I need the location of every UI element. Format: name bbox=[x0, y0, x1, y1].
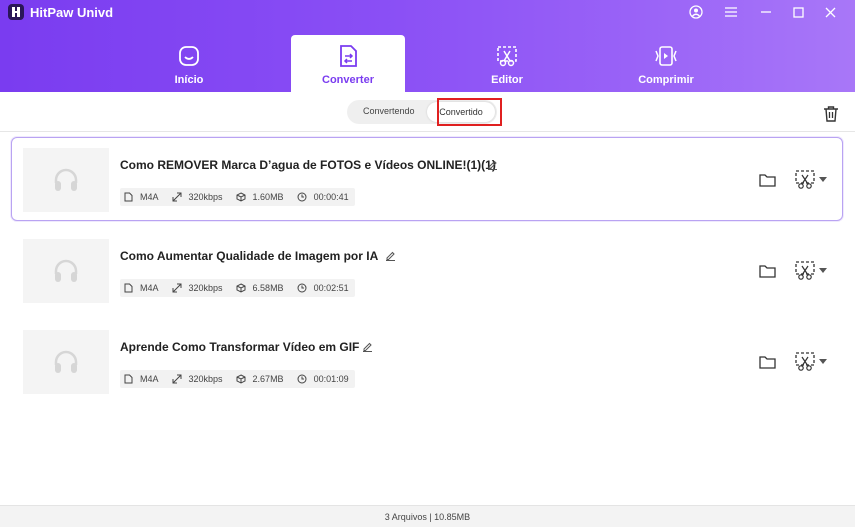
tab-editor-label: Editor bbox=[491, 74, 523, 86]
file-meta: M4A 320kbps 6.58MB 00:02:51 bbox=[120, 279, 355, 297]
headphones-icon bbox=[54, 259, 78, 282]
chevron-down-icon[interactable] bbox=[818, 175, 828, 185]
minimize-icon[interactable] bbox=[754, 2, 778, 22]
tab-comprimir[interactable]: Comprimir bbox=[609, 35, 723, 92]
tab-converter-label: Converter bbox=[322, 74, 374, 86]
home-icon bbox=[178, 44, 200, 68]
chevron-down-icon[interactable] bbox=[818, 266, 828, 276]
close-icon[interactable] bbox=[818, 2, 842, 22]
file-card[interactable]: Como REMOVER Marca D’agua de FOTOS e Víd… bbox=[11, 137, 843, 221]
file-name: Aprende Como Transformar Vídeo em GIF bbox=[120, 340, 360, 354]
tab-inicio-label: Início bbox=[174, 74, 204, 86]
file-card[interactable]: Aprende Como Transformar Vídeo em GIF M4… bbox=[11, 319, 843, 403]
tab-editor[interactable]: Editor bbox=[450, 35, 564, 92]
bitrate-icon bbox=[172, 283, 182, 293]
size-icon bbox=[236, 283, 246, 293]
file-format: M4A bbox=[140, 374, 159, 384]
trash-icon[interactable] bbox=[820, 102, 842, 124]
file-card[interactable]: Como Aumentar Qualidade de Imagem por IA… bbox=[11, 228, 843, 312]
bitrate-icon bbox=[172, 374, 182, 384]
size-icon bbox=[236, 374, 246, 384]
chevron-down-icon[interactable] bbox=[818, 357, 828, 367]
file-format: M4A bbox=[140, 192, 159, 202]
file-meta: M4A 320kbps 2.67MB 00:01:09 bbox=[120, 370, 355, 388]
clock-icon bbox=[297, 192, 307, 202]
file-size: 6.58MB bbox=[252, 283, 284, 293]
edit-output-icon[interactable] bbox=[792, 260, 818, 282]
file-icon bbox=[124, 283, 133, 293]
account-icon[interactable] bbox=[684, 2, 708, 22]
edit-output-icon[interactable] bbox=[792, 351, 818, 373]
headphones-icon bbox=[54, 350, 78, 373]
file-thumbnail bbox=[23, 239, 109, 303]
open-folder-icon[interactable] bbox=[757, 262, 777, 280]
editor-icon bbox=[495, 44, 519, 68]
file-size: 1.60MB bbox=[252, 192, 284, 202]
tab-inicio[interactable]: Início bbox=[132, 35, 246, 92]
clock-icon bbox=[297, 374, 307, 384]
file-icon bbox=[124, 374, 133, 384]
file-name: Como REMOVER Marca D’agua de FOTOS e Víd… bbox=[120, 158, 496, 172]
file-bitrate: 320kbps bbox=[188, 192, 223, 202]
tab-comprimir-label: Comprimir bbox=[638, 74, 694, 86]
file-summary: 3 Arquivos | 10.85MB bbox=[384, 511, 471, 522]
edit-name-icon[interactable] bbox=[383, 248, 397, 262]
file-format: M4A bbox=[140, 283, 159, 293]
app-title: HitPaw Univd bbox=[30, 5, 114, 20]
compress-icon bbox=[654, 44, 678, 68]
file-bitrate: 320kbps bbox=[188, 374, 223, 384]
menu-icon[interactable] bbox=[719, 2, 743, 22]
file-duration: 00:02:51 bbox=[313, 283, 349, 293]
status-bar: 3 Arquivos | 10.85MB bbox=[0, 505, 855, 527]
highlight-box bbox=[437, 98, 502, 126]
title-bar: HitPaw Univd Início Converter Editor Com… bbox=[0, 0, 855, 92]
tab-converter[interactable]: Converter bbox=[291, 35, 405, 92]
edit-name-icon[interactable] bbox=[360, 339, 374, 353]
open-folder-icon[interactable] bbox=[757, 171, 777, 189]
file-thumbnail bbox=[23, 148, 109, 212]
file-meta: M4A 320kbps 1.60MB 00:00:41 bbox=[120, 188, 355, 206]
size-icon bbox=[236, 192, 246, 202]
edit-name-icon[interactable] bbox=[485, 157, 499, 171]
app-logo bbox=[8, 4, 24, 20]
file-duration: 00:01:09 bbox=[313, 374, 349, 384]
file-thumbnail bbox=[23, 330, 109, 394]
file-duration: 00:00:41 bbox=[313, 192, 349, 202]
file-bitrate: 320kbps bbox=[188, 283, 223, 293]
convert-icon bbox=[337, 44, 359, 68]
file-size: 2.67MB bbox=[252, 374, 284, 384]
sub-toolbar: Convertendo Convertido bbox=[0, 92, 855, 132]
edit-output-icon[interactable] bbox=[792, 169, 818, 191]
open-folder-icon[interactable] bbox=[757, 353, 777, 371]
maximize-icon[interactable] bbox=[786, 2, 810, 22]
headphones-icon bbox=[54, 168, 78, 191]
file-name: Como Aumentar Qualidade de Imagem por IA bbox=[120, 249, 379, 263]
clock-icon bbox=[297, 283, 307, 293]
bitrate-icon bbox=[172, 192, 182, 202]
toggle-convertendo[interactable]: Convertendo bbox=[363, 106, 415, 116]
file-icon bbox=[124, 192, 133, 202]
